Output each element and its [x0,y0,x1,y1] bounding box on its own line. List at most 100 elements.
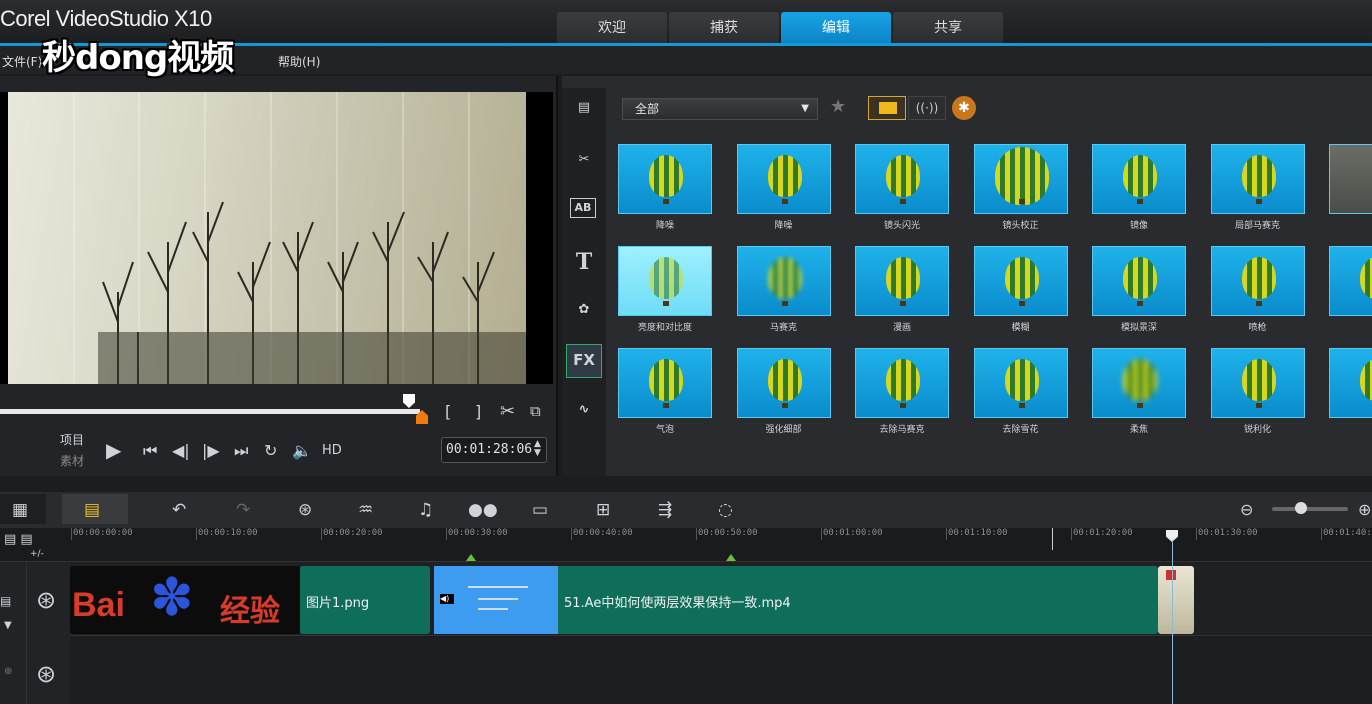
zoom-slider-handle[interactable] [1295,502,1307,514]
tab-welcome[interactable]: 欢迎 [557,12,667,44]
favorite-icon[interactable]: ★ [830,96,846,117]
thumb-text-line [478,608,508,610]
effect-thumbnail[interactable]: 模糊 [964,234,1084,336]
media-icon[interactable]: ▤ [570,96,598,120]
scrub-bar[interactable] [0,409,420,414]
ruler-tick-line [1071,528,1072,540]
effect-preview-image [1092,246,1186,316]
ruler-tick-line [71,528,72,540]
record-capture-icon[interactable]: ⊛ [298,500,312,520]
effect-thumbnail[interactable]: 颜 [1319,234,1372,336]
balloon-image [1123,257,1157,299]
tab-edit[interactable]: 编辑 [781,12,891,44]
transition-icon[interactable]: AB [570,198,596,218]
end-icon[interactable]: ⏭ [234,441,248,461]
effect-thumbnail[interactable]: 镜像 [1082,132,1202,234]
effect-thumbnail[interactable]: 镜头闪光 [845,132,965,234]
play-icon[interactable]: ▶ [106,438,121,462]
mark-out-button[interactable]: ] [475,402,481,421]
image-clip[interactable]: 图片1.png [300,566,430,634]
motion-tracking-icon[interactable]: ●● [468,500,498,520]
hd-toggle[interactable]: HD [322,443,342,458]
show-video-filters-button[interactable] [868,96,906,120]
effect-preview-image [618,144,712,214]
menu-help[interactable]: 帮助(H) [278,53,320,70]
split-clip-icon[interactable]: ✂ [500,401,515,422]
auto-music-icon[interactable]: ♫ [418,500,433,520]
balloon-basket [1018,403,1025,408]
effect-thumbnail[interactable]: 老 [1319,132,1372,234]
mask-creator-icon[interactable]: ◌ [718,500,733,520]
menu-file[interactable]: 文件(F) [2,53,42,70]
trailing-clip[interactable] [1158,566,1194,634]
repeat-icon[interactable]: ↻ [264,441,277,460]
track-expand-icon[interactable]: ▼ [4,620,12,631]
effect-thumbnail[interactable]: 镜头校正 [964,132,1084,234]
clip-mode-label[interactable]: 素材 [60,452,84,469]
category-dropdown[interactable]: 全部 ▼ [622,98,818,120]
audio-filter-button[interactable]: ((·)) [908,96,946,120]
effect-thumbnail[interactable]: 降噪 [608,132,728,234]
enlarge-icon[interactable]: ⧉ [530,402,541,420]
track-head-divider [26,562,27,704]
track-manager-icon[interactable]: ▤ ▤ [4,532,33,547]
project-mode-label[interactable]: 项目 [60,431,84,448]
video-clip[interactable]: ◀) 51.Ae中如何使两层效果保持一致.mp4 [434,566,1158,634]
graphic-icon[interactable]: ✿ [570,298,598,322]
effect-label: 漫画 [892,323,911,333]
effect-thumbnail[interactable]: 去除马赛克 [845,336,965,438]
track-settings-icon[interactable]: ▤ [0,594,11,608]
subtitle-editor-icon[interactable]: ▭ [532,500,548,520]
timecode-stepper-icon[interactable]: ▲ ▼ [534,440,541,458]
zoom-in-icon[interactable]: ⊕ [1358,500,1371,519]
mark-in-button[interactable]: [ [445,402,451,421]
clip-flag-icon [1166,570,1176,580]
lock-icon[interactable]: ⊕ [4,666,12,677]
effect-thumbnail[interactable]: 锐利化 [1201,336,1321,438]
title-icon[interactable]: T [570,250,598,274]
effect-thumbnail[interactable]: 亮度和对比度 [608,234,728,336]
redo-icon[interactable]: ↷ [236,500,250,520]
panel-divider[interactable] [0,476,1372,492]
get-more-icon[interactable]: ✱ [952,96,976,120]
balloon-image [649,359,683,401]
effect-thumbnail[interactable]: 局部马赛克 [1201,132,1321,234]
tab-share[interactable]: 共享 [893,12,1003,44]
volume-icon[interactable]: 🔈 [292,441,312,460]
effect-label: 锐利化 [1243,425,1271,435]
baidu-image-clip[interactable]: Bai ✽ 经验 [70,566,300,634]
path-icon[interactable]: ∿ [570,398,598,422]
next-frame-icon[interactable]: |▶ [202,441,220,460]
video-track-icon[interactable]: ⊛ [36,586,56,614]
effect-thumbnail[interactable]: 锐 [1319,336,1372,438]
home-icon[interactable]: ⏮ [143,441,157,461]
effect-thumbnail[interactable]: 气泡 [608,336,728,438]
instant-project-icon[interactable]: ✂ [570,148,598,172]
effect-thumbnail[interactable]: 柔焦 [1082,336,1202,438]
effect-thumbnail[interactable]: 喷枪 [1201,234,1321,336]
timecode-field[interactable]: 00:01:28:06 [441,437,547,463]
fx-icon[interactable]: FX [570,348,598,372]
multi-camera-icon[interactable]: ⊞ [596,500,610,520]
timeline-view-icon[interactable]: ▤ [84,500,100,520]
time-remapping-icon[interactable]: ⇶ [658,500,672,520]
balloon-image [767,155,802,197]
ruler-tick-line [821,528,822,540]
effect-thumbnail[interactable]: 漫画 [845,234,965,336]
paw-icon: ✽ [150,568,194,628]
sound-mixer-icon[interactable]: ♒ [358,500,373,520]
effect-label: 气泡 [655,425,674,435]
overlay-track-icon[interactable]: ⊛ [36,660,56,688]
effect-thumbnail[interactable]: 去除雪花 [964,336,1084,438]
tab-capture[interactable]: 捕获 [669,12,779,44]
undo-icon[interactable]: ↶ [172,500,186,520]
effect-thumbnail[interactable]: 降噪 [727,132,847,234]
zoom-slider[interactable] [1272,507,1348,511]
zoom-out-icon[interactable]: ⊖ [1240,500,1253,519]
add-remove-chapter[interactable]: +/- [30,549,44,559]
effect-thumbnail[interactable]: 模拟景深 [1082,234,1202,336]
previous-frame-icon[interactable]: ◀| [172,441,190,460]
storyboard-view-icon[interactable]: ▦ [12,500,28,520]
effect-thumbnail[interactable]: 强化细部 [727,336,847,438]
effect-thumbnail[interactable]: 马赛克 [727,234,847,336]
